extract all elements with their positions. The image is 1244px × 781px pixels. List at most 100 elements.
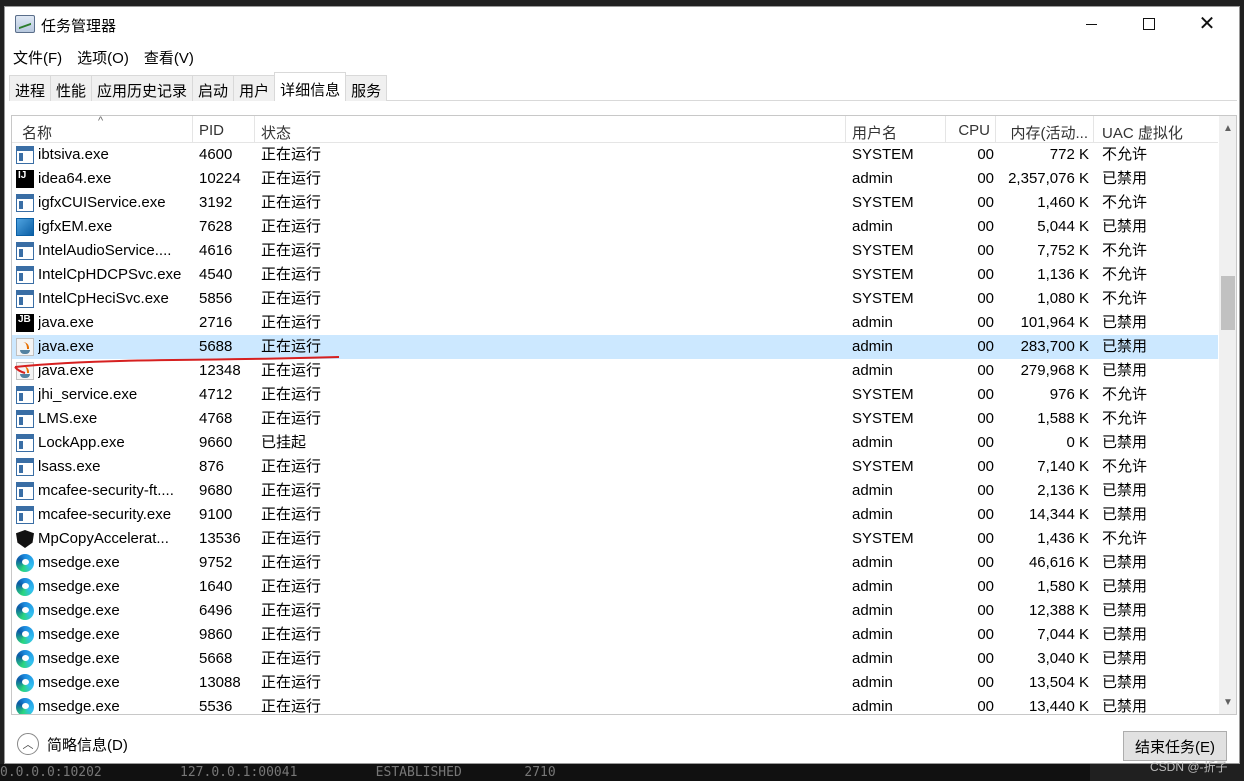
- process-cpu: 00: [977, 482, 994, 499]
- intellij-icon: IJ: [16, 170, 34, 188]
- process-memory: 7,752 K: [1037, 242, 1089, 259]
- close-button[interactable]: ✕: [1178, 7, 1236, 41]
- tab-users[interactable]: 用户: [233, 75, 276, 101]
- process-uac: 不允许: [1102, 290, 1148, 307]
- table-row[interactable]: IntelAudioService.... 4616 正在运行 SYSTEM 00 7,7…: [12, 239, 1218, 263]
- menu-file[interactable]: 文件(F): [5, 43, 69, 69]
- watermark: CSDN @-折子: [1150, 760, 1228, 774]
- process-cpu: 00: [977, 146, 994, 163]
- process-memory: 12,388 K: [1028, 602, 1089, 619]
- process-uac: 不允许: [1102, 386, 1148, 403]
- process-username: admin: [852, 338, 893, 355]
- process-pid: 3192: [199, 194, 233, 211]
- tab-services[interactable]: 服务: [345, 75, 388, 101]
- column-header-uac[interactable]: UAC 虚拟化: [1094, 116, 1218, 143]
- tab-app-history[interactable]: 应用历史记录: [91, 75, 194, 101]
- process-pid: 4540: [199, 266, 233, 283]
- tab-performance[interactable]: 性能: [50, 75, 93, 101]
- process-name: msedge.exe: [38, 602, 120, 619]
- jetbrains-icon: JB: [16, 314, 34, 332]
- table-row[interactable]: msedge.exe 5668 正在运行 admin 00 3,040 K 已禁用: [12, 647, 1218, 671]
- table-row[interactable]: MpCopyAccelerat... 13536 正在运行 SYSTEM 00 1,436…: [12, 527, 1218, 551]
- table-row[interactable]: ibtsiva.exe 4600 正在运行 SYSTEM 00 772 K 不允许: [12, 143, 1218, 167]
- scroll-up-arrow-icon[interactable]: ▲: [1219, 120, 1236, 138]
- process-name: IntelAudioService....: [38, 242, 172, 259]
- table-row[interactable]: LockApp.exe 9660 已挂起 admin 00 0 K 已禁用: [12, 431, 1218, 455]
- table-row[interactable]: jhi_service.exe 4712 正在运行 SYSTEM 00 976 K 不允许: [12, 383, 1218, 407]
- process-username: admin: [852, 602, 893, 619]
- process-memory: 46,616 K: [1028, 554, 1089, 571]
- process-pid: 5688: [199, 338, 233, 355]
- intel-graphics-icon: [16, 218, 34, 236]
- end-task-button[interactable]: 结束任务(E): [1123, 731, 1227, 761]
- table-row[interactable]: msedge.exe 5536 正在运行 admin 00 13,440 K 已禁用: [12, 695, 1218, 715]
- table-row[interactable]: lsass.exe 876 正在运行 SYSTEM 00 7,140 K 不允许: [12, 455, 1218, 479]
- scroll-down-arrow-icon[interactable]: ▼: [1219, 694, 1236, 712]
- process-username: admin: [852, 218, 893, 235]
- table-row[interactable]: IntelCpHeciSvc.exe 5856 正在运行 SYSTEM 00 1,080 …: [12, 287, 1218, 311]
- process-username: admin: [852, 362, 893, 379]
- process-list: ibtsiva.exe 4600 正在运行 SYSTEM 00 772 K 不允许 IJ ide…: [12, 143, 1218, 715]
- process-uac: 已禁用: [1102, 338, 1148, 355]
- scroll-thumb[interactable]: [1221, 276, 1235, 330]
- process-cpu: 00: [977, 194, 994, 211]
- table-row[interactable]: java.exe 12348 正在运行 admin 00 279,968 K 已禁用: [12, 359, 1218, 383]
- process-memory: 1,136 K: [1037, 266, 1089, 283]
- column-header-pid[interactable]: PID: [193, 116, 255, 143]
- table-row[interactable]: igfxCUIService.exe 3192 正在运行 SYSTEM 00 1,460 …: [12, 191, 1218, 215]
- process-status: 正在运行: [261, 386, 322, 403]
- window-icon: [16, 458, 34, 476]
- process-username: admin: [852, 626, 893, 643]
- process-cpu: 00: [977, 338, 994, 355]
- tab-startup[interactable]: 启动: [192, 75, 235, 101]
- process-status: 正在运行: [261, 314, 322, 331]
- table-row[interactable]: msedge.exe 6496 正在运行 admin 00 12,388 K 已禁用: [12, 599, 1218, 623]
- process-username: admin: [852, 554, 893, 571]
- process-pid: 4600: [199, 146, 233, 163]
- tab-processes[interactable]: 进程: [9, 75, 52, 101]
- table-row[interactable]: LMS.exe 4768 正在运行 SYSTEM 00 1,588 K 不允许: [12, 407, 1218, 431]
- process-username: SYSTEM: [852, 290, 914, 307]
- process-name: mcafee-security.exe: [38, 506, 172, 523]
- table-row[interactable]: JB java.exe 2716 正在运行 admin 00 101,964 K 已禁用: [12, 311, 1218, 335]
- process-status: 正在运行: [261, 602, 322, 619]
- process-cpu: 00: [977, 554, 994, 571]
- column-header-username[interactable]: 用户名: [846, 116, 946, 143]
- vertical-scrollbar[interactable]: ▲ ▼: [1219, 116, 1236, 714]
- table-row[interactable]: IJ idea64.exe 10224 正在运行 admin 00 2,357,076 K 已…: [12, 167, 1218, 191]
- table-row[interactable]: msedge.exe 9860 正在运行 admin 00 7,044 K 已禁用: [12, 623, 1218, 647]
- table-row[interactable]: mcafee-security.exe 9100 正在运行 admin 00 14,344…: [12, 503, 1218, 527]
- menu-options[interactable]: 选项(O): [69, 43, 136, 69]
- tab-bar: 进程 性能 应用历史记录 启动 用户 详细信息 服务: [9, 72, 1237, 101]
- menu-view[interactable]: 查看(V): [136, 43, 201, 69]
- process-name: java.exe: [38, 314, 94, 331]
- process-status: 正在运行: [261, 530, 322, 547]
- minimize-button[interactable]: [1062, 7, 1120, 41]
- table-row[interactable]: mcafee-security-ft.... 9680 正在运行 admin 00 2,1…: [12, 479, 1218, 503]
- process-uac: 已禁用: [1102, 674, 1148, 691]
- column-header-memory[interactable]: 内存(活动...: [996, 116, 1094, 143]
- table-row[interactable]: msedge.exe 13088 正在运行 admin 00 13,504 K 已禁用: [12, 671, 1218, 695]
- title-bar[interactable]: 任务管理器 ✕: [5, 7, 1239, 41]
- column-header-status[interactable]: 状态: [255, 116, 846, 143]
- column-header-name[interactable]: ^ 名称: [12, 116, 193, 143]
- fewer-details-toggle[interactable]: ︿ 简略信息(D): [17, 733, 128, 755]
- maximize-button[interactable]: [1120, 7, 1178, 41]
- process-status: 正在运行: [261, 698, 322, 715]
- minimize-icon: [1085, 23, 1097, 25]
- table-row[interactable]: java.exe 5688 正在运行 admin 00 283,700 K 已禁用: [12, 335, 1218, 359]
- table-row[interactable]: msedge.exe 9752 正在运行 admin 00 46,616 K 已禁用: [12, 551, 1218, 575]
- tab-details[interactable]: 详细信息: [274, 72, 347, 101]
- table-row[interactable]: igfxEM.exe 7628 正在运行 admin 00 5,044 K 已禁用: [12, 215, 1218, 239]
- process-status: 正在运行: [261, 410, 322, 427]
- table-row[interactable]: IntelCpHDCPSvc.exe 4540 正在运行 SYSTEM 00 1,136 …: [12, 263, 1218, 287]
- process-username: SYSTEM: [852, 146, 914, 163]
- process-cpu: 00: [977, 410, 994, 427]
- table-row[interactable]: msedge.exe 1640 正在运行 admin 00 1,580 K 已禁用: [12, 575, 1218, 599]
- process-name: igfxCUIService.exe: [38, 194, 166, 211]
- process-uac: 不允许: [1102, 146, 1148, 163]
- column-header-cpu[interactable]: CPU: [946, 116, 996, 143]
- process-uac: 不允许: [1102, 458, 1148, 475]
- process-memory: 2,357,076 K: [1008, 170, 1089, 187]
- process-username: admin: [852, 578, 893, 595]
